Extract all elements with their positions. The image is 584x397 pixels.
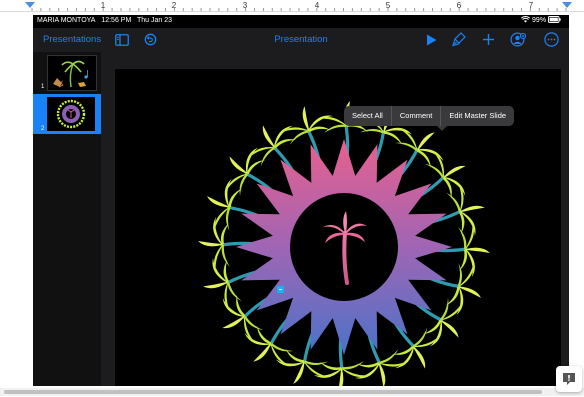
slide-preview-art — [53, 60, 88, 88]
ruler-number: 4 — [314, 1, 320, 10]
popover-arrow — [437, 126, 447, 131]
plus-icon[interactable] — [482, 33, 495, 46]
battery-percentage: 99% — [532, 17, 547, 24]
battery-icon — [548, 16, 561, 23]
horizontal-scrollbar[interactable] — [0, 388, 584, 396]
ruler-number: 7 — [528, 1, 534, 10]
ruler-number: 2 — [171, 1, 177, 10]
canvas-area: Select All Comment Edit Master Slide — [101, 52, 569, 386]
slide-preview — [47, 55, 97, 91]
slide-thumbnail-2[interactable]: 2 — [33, 94, 101, 134]
wifi-icon — [521, 16, 531, 23]
status-time: 12:56 PM — [101, 17, 132, 24]
text-selection-handle-icon[interactable] — [277, 286, 284, 293]
slide-number: 1 — [41, 84, 45, 90]
slide-navigator: 1 2 — [33, 52, 101, 386]
ruler-left-marker-icon[interactable] — [25, 2, 35, 8]
comment-button[interactable]: Comment — [392, 106, 442, 126]
undo-icon[interactable] — [144, 33, 157, 46]
slide-preview-art — [56, 99, 86, 129]
slide-preview — [47, 97, 95, 131]
toolbar: Presentation Presentations — [33, 28, 569, 52]
ruler-number: 5 — [385, 1, 391, 10]
status-date: Thu Jan 23 — [137, 17, 173, 24]
slide-thumbnail-1[interactable]: 1 — [33, 52, 101, 92]
slide-number: 2 — [41, 126, 45, 132]
status-left: MARIA MONTOYA 12:56 PM Thu Jan 23 — [37, 15, 172, 27]
collaborate-icon[interactable] — [510, 32, 526, 47]
status-bar: MARIA MONTOYA 12:56 PM Thu Jan 23 99% — [33, 15, 569, 27]
context-popover: Select All Comment Edit Master Slide — [344, 106, 515, 126]
brush-icon[interactable] — [452, 32, 466, 47]
status-user-name: MARIA MONTOYA — [37, 17, 96, 24]
play-icon[interactable] — [426, 34, 437, 46]
presentations-button[interactable]: Presentations — [43, 28, 101, 52]
ruler-number: 6 — [456, 1, 462, 10]
edit-master-slide-button[interactable]: Edit Master Slide — [441, 106, 514, 126]
scrollbar-thumb[interactable] — [4, 390, 542, 394]
feedback-button[interactable] — [556, 366, 582, 392]
more-icon[interactable] — [544, 32, 559, 47]
select-all-button[interactable]: Select All — [344, 106, 392, 126]
status-right: 99% — [521, 15, 561, 27]
ruler: 1 2 3 4 5 6 7 — [0, 0, 584, 12]
ruler-ticks — [0, 2, 584, 12]
sidebar-icon[interactable] — [115, 34, 129, 46]
ipad-screen: MARIA MONTOYA 12:56 PM Thu Jan 23 99% Pr… — [33, 15, 569, 386]
feedback-icon — [563, 373, 575, 385]
ruler-number: 3 — [242, 1, 248, 10]
ruler-number: 1 — [100, 1, 106, 10]
ruler-right-marker-icon[interactable] — [562, 2, 572, 8]
